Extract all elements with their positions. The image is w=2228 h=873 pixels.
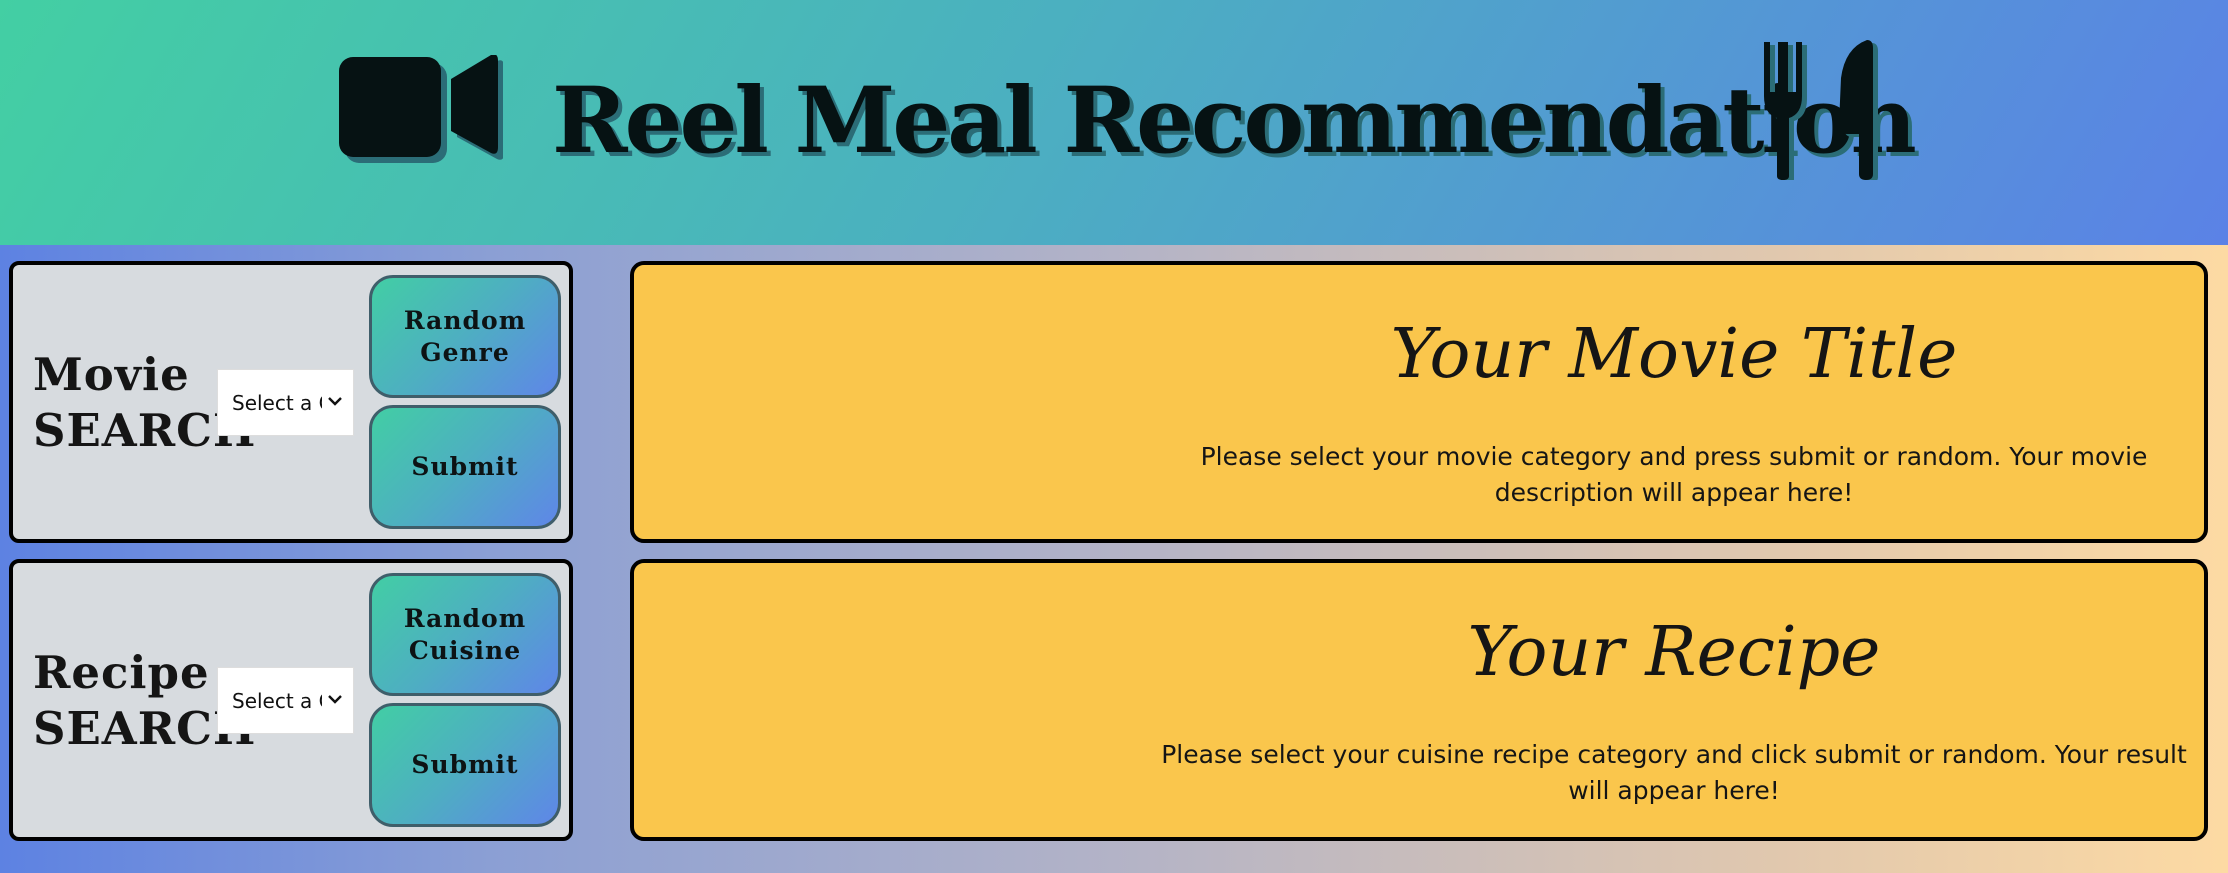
movie-genre-select[interactable]: Select a Genre (217, 369, 354, 436)
chevron-down-icon (328, 695, 342, 704)
page-title: Reel Meal Recommendation (552, 68, 1917, 174)
recipe-description: Please select your cuisine recipe catego… (1161, 740, 2187, 805)
movie-submit-label: Submit (411, 452, 519, 481)
movie-title: Your Movie Title (1390, 315, 1958, 394)
video-camera-icon (339, 55, 503, 163)
random-genre-line2: Genre (420, 337, 510, 367)
movie-result-card: Your Movie Title Please select your movi… (630, 261, 2208, 543)
recipe-cuisine-select-value: Select a Cuisine (232, 688, 322, 713)
chevron-down-icon (328, 397, 342, 406)
movie-submit-button[interactable]: Submit (369, 405, 561, 529)
page-header: Reel Meal Recommendation (0, 0, 2228, 245)
random-genre-line1: Random (403, 305, 527, 335)
recipe-search-panel: Recipe search Select a Cuisine Random Cu… (9, 559, 573, 841)
recipe-cuisine-select[interactable]: Select a Cuisine (217, 667, 354, 734)
movie-description: Please select your movie category and pr… (1200, 442, 2148, 507)
random-cuisine-line2: Cuisine (408, 635, 522, 665)
recipe-submit-button[interactable]: Submit (369, 703, 561, 827)
recipe-title: Your Recipe (1467, 613, 1881, 692)
random-cuisine-button[interactable]: Random Cuisine (369, 573, 561, 696)
knife-icon (1839, 40, 1878, 180)
recipe-result-card: Your Recipe Please select your cuisine r… (630, 559, 2208, 841)
random-cuisine-line1: Random (403, 603, 527, 633)
movie-genre-select-value: Select a Genre (232, 390, 322, 415)
movie-search-panel: Movie search Select a Genre Random Genre… (9, 261, 573, 543)
random-genre-button[interactable]: Random Genre (369, 275, 561, 398)
recipe-submit-label: Submit (411, 750, 519, 779)
fork-icon (1764, 42, 1807, 180)
